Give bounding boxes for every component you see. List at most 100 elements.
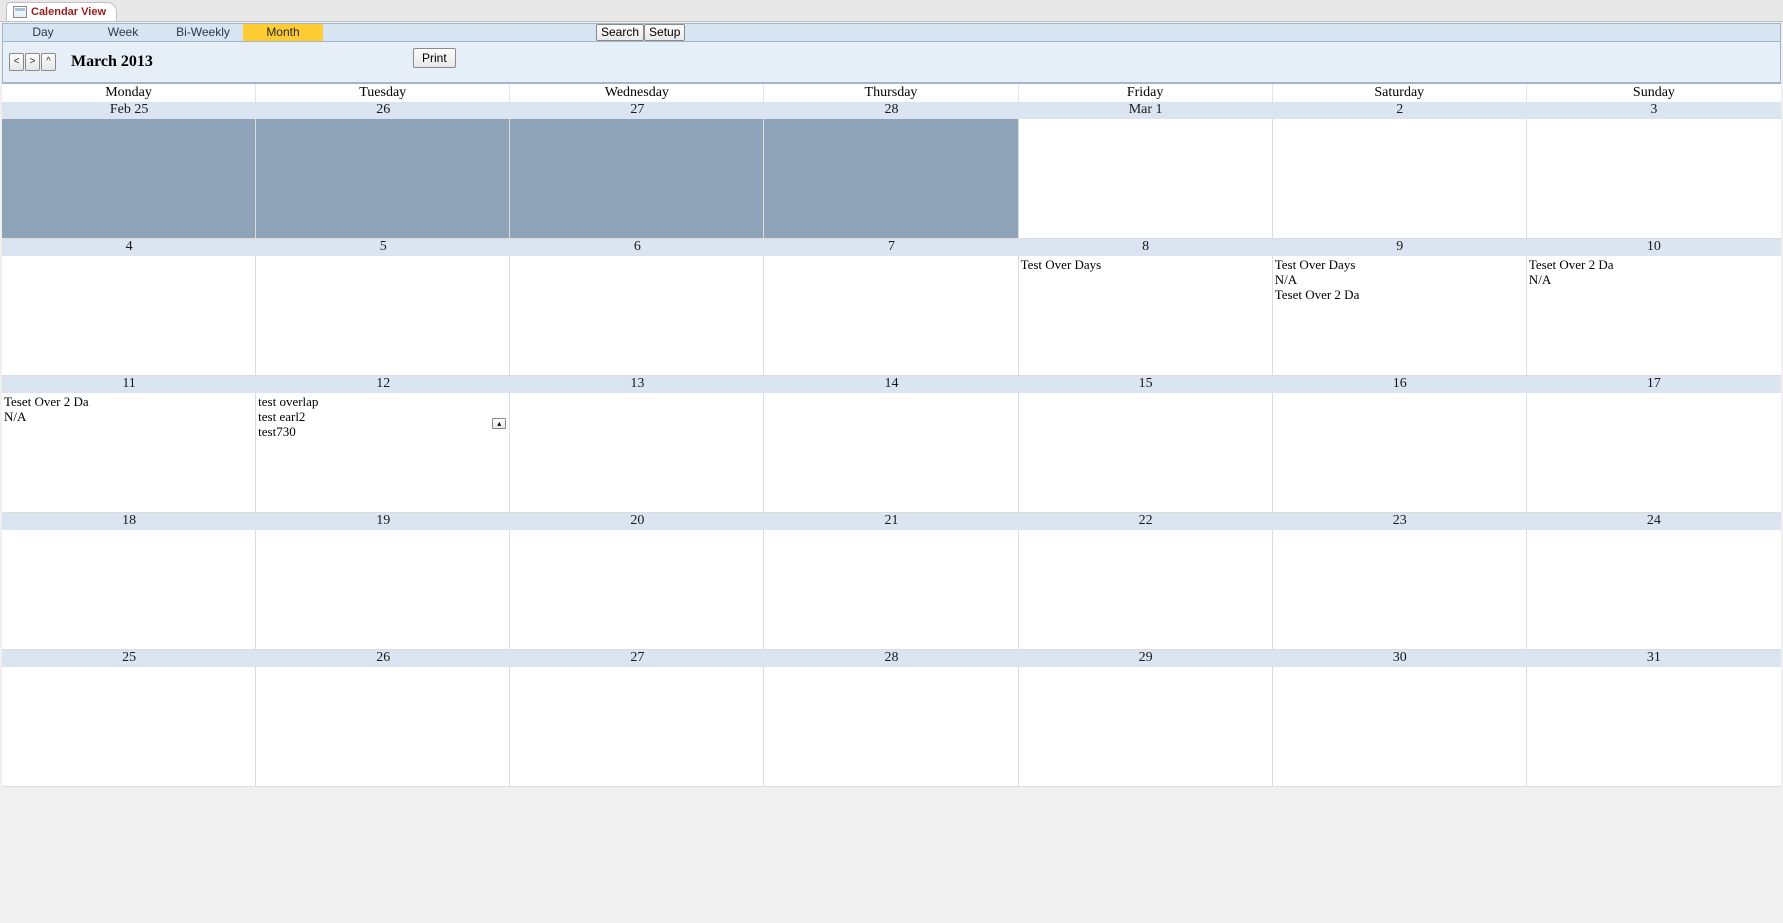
calendar-cell[interactable]: Teset Over 2 DaN/A: [2, 393, 256, 513]
calendar-cell[interactable]: [256, 667, 510, 787]
date-cell[interactable]: 15: [1019, 376, 1273, 393]
date-cell[interactable]: 22: [1019, 513, 1273, 530]
calendar-cell[interactable]: [1019, 119, 1273, 239]
date-cell[interactable]: Feb 25: [2, 102, 256, 119]
calendar-event[interactable]: N/A: [1275, 272, 1524, 287]
calendar-event[interactable]: Test Over Days: [1021, 257, 1270, 272]
view-tab-month[interactable]: Month: [243, 24, 323, 41]
date-cell[interactable]: 31: [1527, 650, 1781, 667]
date-cell[interactable]: 7: [764, 239, 1018, 256]
toolbar-actions: Search Setup: [596, 24, 685, 41]
prev-button[interactable]: <: [9, 53, 24, 71]
week-body-row: Teset Over 2 DaN/Atest overlaptest earl2…: [2, 393, 1781, 513]
calendar-cell[interactable]: [1527, 667, 1781, 787]
calendar-event[interactable]: Teset Over 2 Da: [1275, 287, 1524, 302]
calendar-cell[interactable]: [2, 256, 256, 376]
calendar-cell[interactable]: Teset Over 2 DaN/A: [1527, 256, 1781, 376]
calendar-cell[interactable]: [764, 530, 1018, 650]
more-events-icon[interactable]: ▴: [492, 418, 506, 429]
calendar-cell[interactable]: [1019, 393, 1273, 513]
date-cell[interactable]: 4: [2, 239, 256, 256]
date-cell[interactable]: 24: [1527, 513, 1781, 530]
date-cell[interactable]: 23: [1273, 513, 1527, 530]
date-cell[interactable]: 2: [1273, 102, 1527, 119]
date-cell[interactable]: 3: [1527, 102, 1781, 119]
date-cell[interactable]: 20: [510, 513, 764, 530]
calendar-event[interactable]: N/A: [1529, 272, 1779, 287]
date-cell[interactable]: 11: [2, 376, 256, 393]
date-cell[interactable]: 29: [1019, 650, 1273, 667]
date-cell[interactable]: 16: [1273, 376, 1527, 393]
form-icon: [13, 6, 27, 18]
date-cell[interactable]: Mar 1: [1019, 102, 1273, 119]
calendar-cell[interactable]: [510, 119, 764, 239]
document-tab[interactable]: Calendar View: [6, 2, 117, 21]
date-cell[interactable]: 8: [1019, 239, 1273, 256]
date-cell[interactable]: 27: [510, 102, 764, 119]
date-cell[interactable]: 25: [2, 650, 256, 667]
view-tab-biweekly[interactable]: Bi-Weekly: [163, 24, 243, 41]
calendar-cell[interactable]: [510, 393, 764, 513]
calendar-cell[interactable]: [2, 119, 256, 239]
calendar-cell[interactable]: [1273, 393, 1527, 513]
calendar-cell[interactable]: [256, 119, 510, 239]
view-tab-day[interactable]: Day: [3, 24, 83, 41]
day-header-row: MondayTuesdayWednesdayThursdayFridaySatu…: [2, 84, 1781, 102]
date-cell[interactable]: 13: [510, 376, 764, 393]
date-cell[interactable]: 5: [256, 239, 510, 256]
view-tab-week[interactable]: Week: [83, 24, 163, 41]
print-button[interactable]: Print: [413, 48, 456, 68]
calendar-cell[interactable]: [1273, 530, 1527, 650]
calendar-cell[interactable]: [764, 667, 1018, 787]
search-button[interactable]: Search: [596, 24, 644, 41]
calendar-cell[interactable]: [510, 667, 764, 787]
calendar-cell[interactable]: test overlaptest earl2test730▴: [256, 393, 510, 513]
week-body-row: [2, 119, 1781, 239]
week-body-row: [2, 667, 1781, 787]
calendar-cell[interactable]: [1527, 393, 1781, 513]
calendar-cell[interactable]: [764, 256, 1018, 376]
calendar-cell[interactable]: Test Over DaysN/ATeset Over 2 Da: [1273, 256, 1527, 376]
calendar-event[interactable]: test earl2: [258, 409, 507, 424]
calendar-cell[interactable]: [1527, 530, 1781, 650]
calendar-cell[interactable]: [764, 119, 1018, 239]
date-cell[interactable]: 18: [2, 513, 256, 530]
date-cell[interactable]: 26: [256, 102, 510, 119]
date-cell[interactable]: 21: [764, 513, 1018, 530]
calendar-cell[interactable]: [256, 530, 510, 650]
calendar-cell[interactable]: [1527, 119, 1781, 239]
calendar-cell[interactable]: [256, 256, 510, 376]
date-cell[interactable]: 9: [1273, 239, 1527, 256]
date-cell[interactable]: 28: [764, 650, 1018, 667]
date-cell[interactable]: 28: [764, 102, 1018, 119]
calendar-cell[interactable]: [510, 530, 764, 650]
up-button[interactable]: ^: [41, 53, 56, 71]
calendar-cell[interactable]: [510, 256, 764, 376]
calendar-event[interactable]: test overlap: [258, 394, 507, 409]
view-tabs: Day Week Bi-Weekly Month Search Setup: [3, 24, 1780, 42]
calendar-cell[interactable]: [1019, 667, 1273, 787]
next-button[interactable]: >: [25, 53, 40, 71]
date-cell[interactable]: 10: [1527, 239, 1781, 256]
date-cell[interactable]: 14: [764, 376, 1018, 393]
calendar-cell[interactable]: [1019, 530, 1273, 650]
date-cell[interactable]: 6: [510, 239, 764, 256]
date-cell[interactable]: 12: [256, 376, 510, 393]
date-cell[interactable]: 26: [256, 650, 510, 667]
calendar-event[interactable]: Test Over Days: [1275, 257, 1524, 272]
date-cell[interactable]: 17: [1527, 376, 1781, 393]
date-cell[interactable]: 30: [1273, 650, 1527, 667]
calendar-event[interactable]: Teset Over 2 Da: [1529, 257, 1779, 272]
calendar-event[interactable]: Teset Over 2 Da: [4, 394, 253, 409]
setup-button[interactable]: Setup: [644, 24, 685, 41]
calendar-cell[interactable]: [1273, 667, 1527, 787]
date-cell[interactable]: 19: [256, 513, 510, 530]
calendar-cell[interactable]: [1273, 119, 1527, 239]
calendar-cell[interactable]: [2, 667, 256, 787]
calendar-cell[interactable]: Test Over Days: [1019, 256, 1273, 376]
calendar-event[interactable]: test730: [258, 424, 507, 439]
calendar-cell[interactable]: [764, 393, 1018, 513]
date-cell[interactable]: 27: [510, 650, 764, 667]
calendar-event[interactable]: N/A: [4, 409, 253, 424]
calendar-cell[interactable]: [2, 530, 256, 650]
